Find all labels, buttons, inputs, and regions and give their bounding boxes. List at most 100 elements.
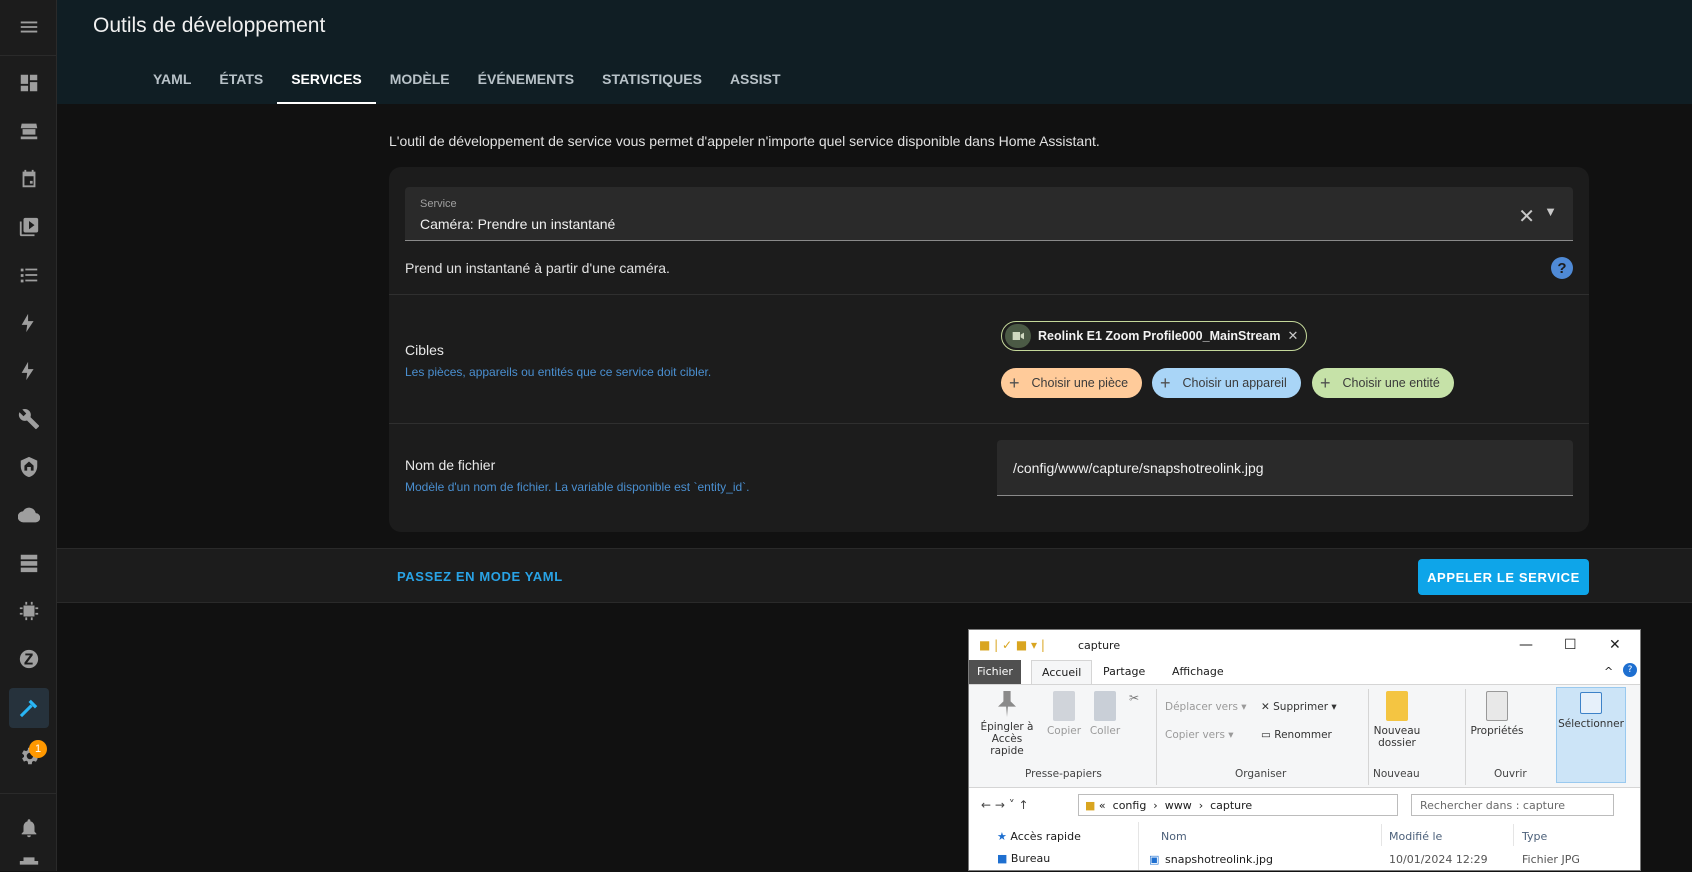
cloud-icon[interactable]	[9, 495, 49, 535]
properties-button[interactable]: Propriétés	[1469, 691, 1525, 737]
delete-label: Supprimer	[1273, 701, 1329, 713]
file-explorer-window: ■ | ✓ ■ ▾ | capture — ☐ ✕ Fichier Accuei…	[968, 629, 1641, 871]
address-seg-capture[interactable]: capture	[1210, 799, 1252, 812]
col-modified[interactable]: Modifié le	[1389, 830, 1442, 843]
yaml-mode-button[interactable]: PASSEZ EN MODE YAML	[397, 569, 563, 584]
settings-icon[interactable]: 1	[9, 736, 49, 776]
group-organize: Organiser	[1235, 768, 1287, 780]
ribbon-tab-home[interactable]: Accueil	[1031, 660, 1093, 685]
filename-subtitle: Modèle d'un nom de fichier. La variable …	[405, 480, 750, 494]
service-description: Prend un instantané à partir d'une camér…	[405, 260, 670, 276]
overview-icon[interactable]	[9, 63, 49, 103]
shield-home-icon[interactable]	[9, 447, 49, 487]
file-row[interactable]: ▣ snapshotreolink.jpg 10/01/2024 12:29 F…	[1145, 848, 1634, 870]
close-icon[interactable]: ✕	[1609, 637, 1621, 653]
paste-label: Coller	[1089, 725, 1121, 737]
rename-button[interactable]: ▭ Renommer	[1261, 729, 1332, 741]
call-service-button[interactable]: APPELER LE SERVICE	[1418, 559, 1589, 595]
ribbon-collapse-icon[interactable]: ^	[1604, 665, 1613, 678]
todo-icon[interactable]	[9, 255, 49, 295]
energy-icon[interactable]	[9, 303, 49, 343]
select-button[interactable]: Sélectionner	[1556, 687, 1626, 783]
ribbon-tab-file[interactable]: Fichier	[969, 660, 1021, 684]
hacs-icon[interactable]	[9, 111, 49, 151]
search-input[interactable]: Rechercher dans : capture	[1411, 794, 1614, 816]
nav-quick-access[interactable]: ★ Accès rapide	[997, 830, 1081, 843]
service-card: Service Caméra: Prendre un instantané ✕ …	[389, 167, 1589, 532]
user-avatar[interactable]	[9, 850, 49, 871]
wrench-icon[interactable]	[9, 399, 49, 439]
tab-events[interactable]: ÉVÉNEMENTS	[464, 60, 588, 104]
tab-states[interactable]: ÉTATS	[205, 60, 277, 104]
ribbon-tabs: Fichier Accueil Partage Affichage ^ ?	[969, 660, 1640, 685]
tab-yaml[interactable]: YAML	[139, 60, 205, 104]
group-clipboard: Presse-papiers	[1025, 768, 1102, 780]
file-name: snapshotreolink.jpg	[1165, 853, 1273, 866]
help-icon[interactable]: ?	[1551, 257, 1573, 279]
tab-services[interactable]: SERVICES	[277, 60, 376, 104]
delete-button[interactable]: ✕ Supprimer ▾	[1261, 701, 1337, 713]
tab-statistics[interactable]: STATISTIQUES	[588, 60, 716, 104]
col-name[interactable]: Nom	[1161, 830, 1187, 843]
bell-icon[interactable]	[9, 808, 49, 848]
explorer-titlebar: ■ | ✓ ■ ▾ | capture — ☐ ✕	[969, 630, 1640, 660]
plus-icon: +	[1160, 372, 1171, 393]
clear-icon[interactable]: ✕	[1518, 204, 1535, 229]
copy-to-label: Copier vers	[1165, 729, 1225, 741]
new-folder-label: Nouveau dossier	[1373, 725, 1421, 749]
choose-device-button[interactable]: + Choisir un appareil	[1152, 368, 1301, 398]
tab-template[interactable]: MODÈLE	[376, 60, 464, 104]
entity-chip[interactable]: Reolink E1 Zoom Profile000_MainStream ✕	[1001, 321, 1308, 351]
service-picker[interactable]: Service Caméra: Prendre un instantané ✕ …	[405, 187, 1573, 241]
chevron-down-icon[interactable]: ▼	[1544, 204, 1557, 219]
copy-icon	[1053, 691, 1075, 721]
choose-room-label: Choisir une pièce	[1031, 376, 1129, 390]
select-icon	[1580, 692, 1602, 714]
server-icon[interactable]	[9, 543, 49, 583]
file-modified: 10/01/2024 12:29	[1389, 853, 1488, 866]
new-folder-button[interactable]: Nouveau dossier	[1372, 691, 1422, 749]
paste-button[interactable]: Coller	[1085, 691, 1125, 737]
camera-icon	[1005, 324, 1031, 348]
energy2-icon[interactable]	[9, 351, 49, 391]
minimize-icon[interactable]: —	[1519, 637, 1533, 653]
address-seg-config[interactable]: config	[1113, 799, 1147, 812]
targets-subtitle: Les pièces, appareils ou entités que ce …	[405, 365, 712, 379]
nav-arrows-icon[interactable]: ← → ˅ ↑	[981, 798, 1029, 812]
menu-icon[interactable]	[9, 7, 49, 47]
choose-room-button[interactable]: + Choisir une pièce	[1001, 368, 1143, 398]
settings-badge: 1	[29, 740, 47, 758]
address-bar[interactable]: ■ « config › www › capture	[1078, 794, 1398, 816]
chip-icon[interactable]	[9, 591, 49, 631]
nav-desktop[interactable]: ■ Bureau	[997, 852, 1050, 865]
navigation-pane: ★ Accès rapide ■ Bureau	[969, 822, 1139, 870]
copy-button[interactable]: Copier	[1045, 691, 1083, 737]
calendar-icon[interactable]	[9, 159, 49, 199]
remove-chip-icon[interactable]: ✕	[1288, 328, 1299, 344]
hammer-icon[interactable]	[9, 688, 49, 728]
copy-to-button[interactable]: Copier vers ▾	[1165, 729, 1234, 741]
address-seg-www[interactable]: www	[1165, 799, 1192, 812]
filename-input[interactable]: /config/www/capture/snapshotreolink.jpg	[997, 440, 1573, 496]
quick-access-toolbar-icon[interactable]: ■ | ✓ ■ ▾ |	[979, 638, 1045, 652]
zwave-icon[interactable]	[9, 639, 49, 679]
media-icon[interactable]	[9, 207, 49, 247]
service-label: Service	[420, 198, 457, 210]
help-icon[interactable]: ?	[1623, 663, 1637, 677]
move-to-button[interactable]: Déplacer vers ▾	[1165, 701, 1247, 713]
col-type[interactable]: Type	[1522, 830, 1547, 843]
ribbon-tab-share[interactable]: Partage	[1103, 665, 1145, 678]
folder-icon	[1386, 691, 1408, 721]
pin-button[interactable]: Épingler à Accès rapide	[975, 691, 1039, 757]
cut-icon[interactable]: ✂	[1129, 691, 1139, 705]
address-row: ← → ˅ ↑ ■ « config › www › capture Reche…	[969, 788, 1640, 822]
tab-assist[interactable]: ASSIST	[716, 60, 795, 104]
copy-label: Copier	[1046, 725, 1082, 737]
paste-icon	[1094, 691, 1116, 721]
file-type: Fichier JPG	[1522, 853, 1580, 866]
rename-label: Renommer	[1274, 729, 1332, 741]
choose-entity-button[interactable]: + Choisir une entité	[1312, 368, 1454, 398]
ribbon-tab-view[interactable]: Affichage	[1172, 665, 1224, 678]
maximize-icon[interactable]: ☐	[1564, 637, 1577, 653]
pin-label: Épingler à Accès rapide	[980, 721, 1034, 757]
